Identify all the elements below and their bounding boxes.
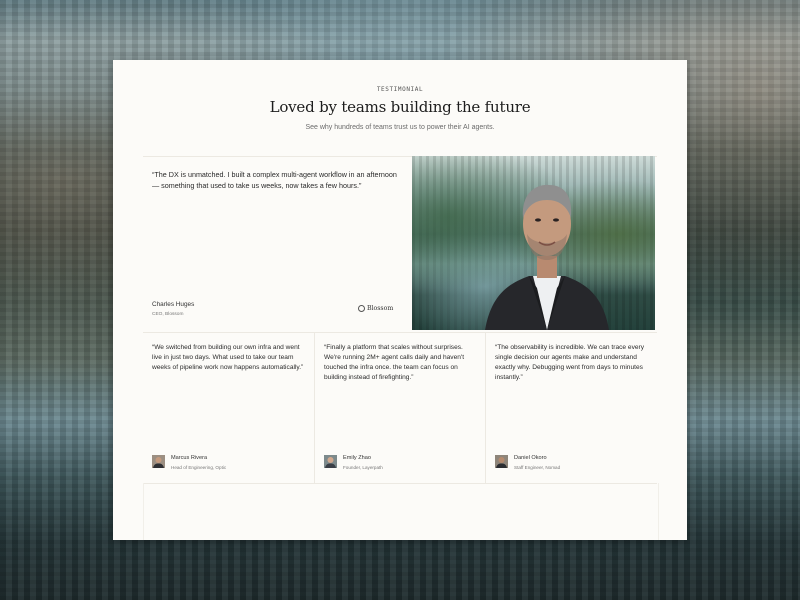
section-footer-area [143,483,659,540]
testimonial-author-role: Head of Engineering, Optic [171,465,227,470]
avatar [495,455,508,468]
section-title: Loved by teams building the future [269,98,531,116]
avatar [324,455,337,468]
featured-author-photo [412,156,655,330]
testimonial-author-name: Emily Zhao [343,455,371,461]
testimonial-quote: “The observability is incredible. We can… [495,344,645,381]
featured-quote: “The DX is unmatched. I built a complex … [152,170,397,190]
section-eyebrow: TESTIMONIAL [376,86,424,93]
testimonial-author-name: Daniel Okoro [514,455,547,461]
testimonial-card: “Finally a platform that scales without … [314,333,485,483]
featured-author-name: Charles Huges [152,301,195,308]
blossom-logo-icon [358,305,365,312]
featured-author-role: CEO, Blossom [152,312,184,317]
section-subtitle: See why hundreds of teams trust us to po… [305,124,495,131]
testimonial-author-role: Founder, Layerpath [343,465,383,470]
company-logo-text: Blossom [367,305,394,312]
testimonial-card: “We switched from building our own infra… [143,333,314,483]
testimonial-quote: “We switched from building our own infra… [152,344,304,371]
testimonial-grid: “We switched from building our own infra… [143,332,657,484]
testimonial-author-name: Marcus Rivera [171,455,208,461]
testimonial-quote: “Finally a platform that scales without … [324,344,465,381]
company-logo: Blossom [358,305,393,312]
avatar [152,455,165,468]
testimonial-section: TESTIMONIAL Loved by teams building the … [113,60,687,540]
portrait-figure [485,184,609,330]
testimonial-card: “The observability is incredible. We can… [485,333,656,483]
testimonial-author-role: Staff Engineer, Nomad [514,465,561,470]
